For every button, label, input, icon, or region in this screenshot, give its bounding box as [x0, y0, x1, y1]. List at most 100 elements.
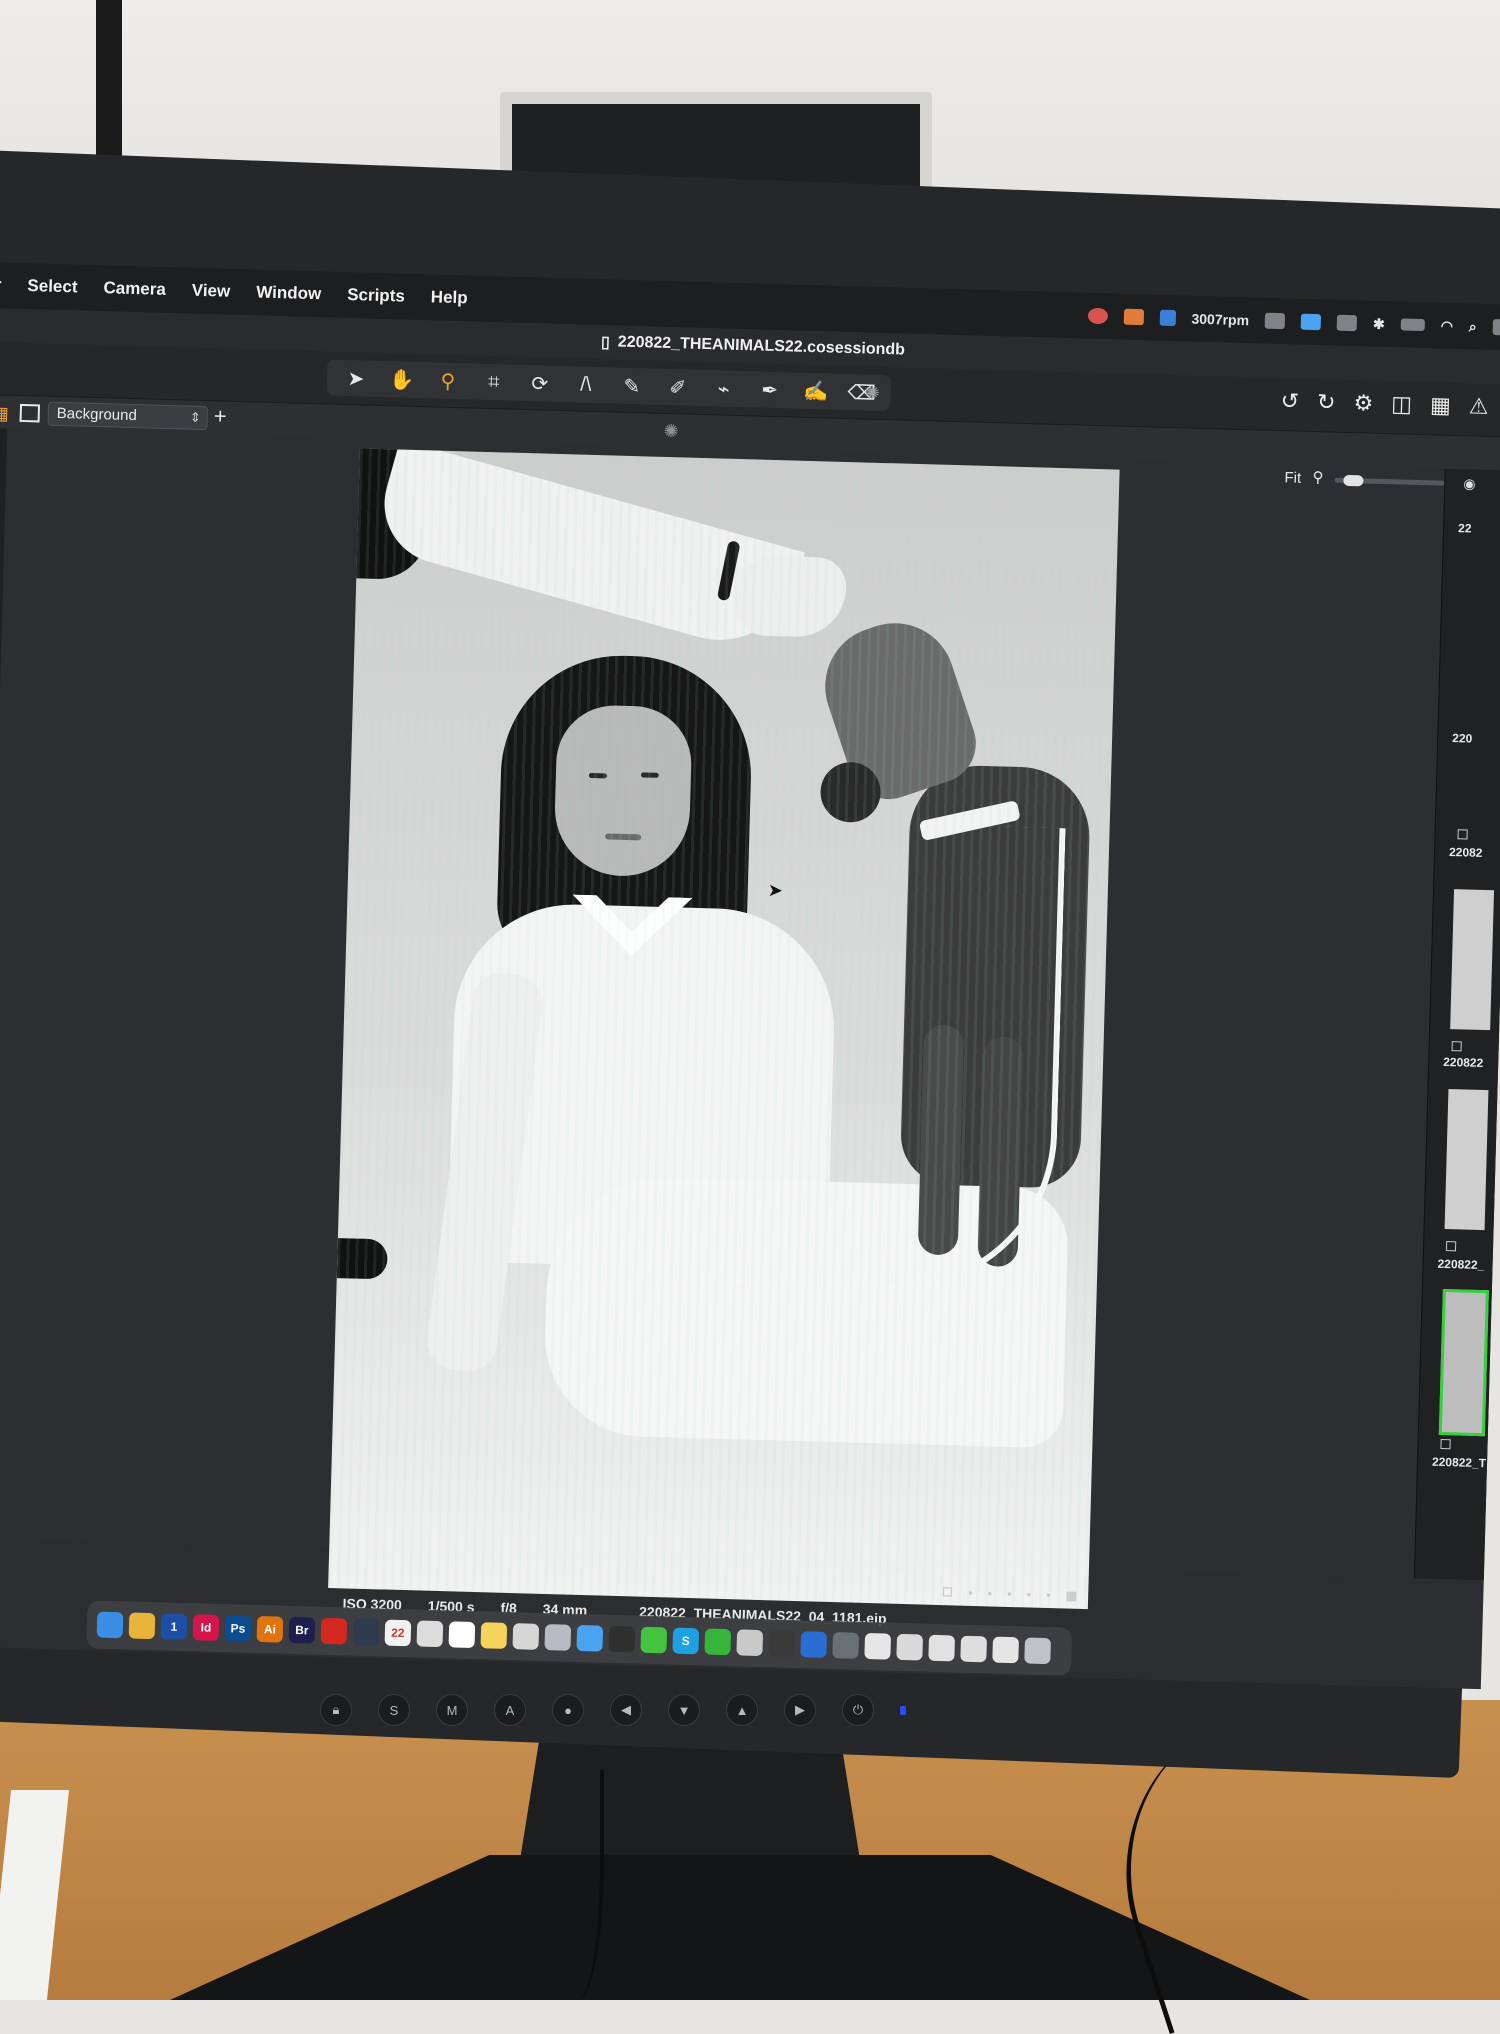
zoom-out-icon[interactable]: ⚲	[1312, 468, 1323, 486]
gradient-tool-icon[interactable]: ⌁	[706, 376, 741, 402]
dock-app-preview[interactable]	[512, 1623, 540, 1650]
film-thumbnail-selected[interactable]	[1438, 1288, 1489, 1437]
dock-app-doc-2[interactable]	[896, 1633, 924, 1661]
picker-tool-icon[interactable]: ✒	[752, 377, 787, 403]
dock-app-terminal-app[interactable]	[768, 1630, 796, 1658]
dock-app-capture-one[interactable]	[544, 1624, 572, 1651]
redo-icon[interactable]: ↻	[1317, 389, 1336, 416]
add-layer-icon[interactable]: +	[213, 403, 227, 429]
dock-app-trash[interactable]	[1024, 1637, 1051, 1665]
dock-app-skype[interactable]: S	[672, 1627, 700, 1655]
creative-cloud-icon[interactable]	[1087, 307, 1108, 325]
menu-item-view[interactable]: View	[192, 281, 231, 302]
dock-app-bridge[interactable]: Br	[288, 1616, 316, 1644]
dock-app-quicktime[interactable]	[800, 1631, 828, 1658]
zoom-slider-knob[interactable]	[1343, 474, 1364, 487]
rotate-tool-icon[interactable]: ⟳	[522, 370, 557, 396]
film-thumbnail[interactable]	[1444, 1089, 1489, 1231]
dock-app-davinci[interactable]	[352, 1618, 380, 1646]
right-button[interactable]: ▶	[784, 1694, 816, 1726]
loading-spinner-icon: ✺	[663, 420, 679, 442]
m-button[interactable]: M	[436, 1694, 468, 1726]
dock-app-notes[interactable]	[480, 1622, 508, 1649]
settings-icon[interactable]: ⚙	[1353, 390, 1373, 417]
film-checkbox[interactable]	[1445, 1241, 1457, 1252]
a-button[interactable]: A	[494, 1694, 526, 1726]
dock-app-calculator[interactable]	[608, 1625, 636, 1653]
butterfly-icon[interactable]	[1300, 313, 1322, 331]
film-label: 22082	[1448, 844, 1483, 860]
erase-tool-icon[interactable]: ✐	[660, 374, 695, 400]
dock-app-calendar[interactable]: 22	[384, 1619, 412, 1647]
menu-item-layer[interactable]: er	[0, 275, 2, 295]
fan-icon[interactable]	[1159, 309, 1176, 327]
annotate-tool-icon[interactable]: ✍	[798, 378, 833, 404]
undo-icon[interactable]: ↺	[1280, 388, 1299, 415]
layer-select[interactable]: Background ⇕	[47, 401, 209, 431]
search-icon[interactable]: ⌕	[1469, 318, 1477, 335]
menu-item-help[interactable]: Help	[431, 287, 468, 308]
main-photo[interactable]: ➤	[328, 448, 1120, 1610]
brush-tool-icon[interactable]: ✎	[614, 373, 649, 399]
dock-app-finder[interactable]	[96, 1611, 124, 1639]
browser-grid-icon[interactable]: ▦	[0, 403, 9, 424]
control-center-icon[interactable]	[1492, 318, 1500, 336]
dropbox-icon[interactable]	[1123, 308, 1144, 326]
crop-tool-icon[interactable]: ⌗	[477, 370, 512, 394]
dock-app-facetime[interactable]	[704, 1628, 732, 1656]
menu-item-scripts[interactable]: Scripts	[347, 285, 405, 307]
battery-icon[interactable]	[1400, 318, 1425, 332]
viewer-mode-icon[interactable]	[19, 403, 41, 423]
s-button[interactable]: S	[378, 1694, 410, 1726]
zoom-tool-icon[interactable]: ⚲	[431, 368, 466, 394]
dock-app-photoshop[interactable]: Ps	[224, 1615, 252, 1642]
photo-hand	[734, 554, 848, 639]
window-title: 220822_THEANIMALS22.cosessiondb	[617, 333, 906, 359]
menu-item-select[interactable]: Select	[27, 276, 78, 297]
film-checkbox[interactable]	[1457, 829, 1468, 840]
dock-app-settings-app[interactable]	[832, 1632, 860, 1659]
dock-app-doc-5[interactable]	[992, 1636, 1020, 1664]
dock-app-1password[interactable]: 1	[160, 1613, 188, 1641]
dock-app-indesign[interactable]: Id	[192, 1614, 220, 1641]
warning-icon[interactable]: ⚠	[1468, 393, 1488, 420]
film-checkbox[interactable]	[1451, 1041, 1462, 1052]
down-button[interactable]: ▼	[668, 1694, 700, 1726]
film-checkbox[interactable]	[1440, 1438, 1451, 1450]
fit-label[interactable]: Fit	[1284, 469, 1301, 486]
menu-item-window[interactable]: Window	[256, 282, 322, 304]
tool-group: ➤ ✋ ⚲ ⌗ ⟳ /\ ✎ ✐ ⌁ ✒ ✍ ⌫	[326, 359, 892, 412]
up-button[interactable]: ▲	[726, 1694, 758, 1726]
dock-app-doc-4[interactable]	[960, 1635, 988, 1663]
keystone-tool-icon[interactable]: /\	[568, 373, 603, 397]
chevron-up-down-icon: ⇕	[189, 409, 201, 425]
dock-app-doc-3[interactable]	[928, 1634, 956, 1662]
pan-tool-icon[interactable]: ✋	[385, 367, 420, 393]
dock-app-messages[interactable]	[640, 1626, 668, 1654]
pointer-tool-icon[interactable]: ➤	[339, 365, 374, 391]
compare-icon[interactable]: ◫	[1391, 391, 1412, 418]
film-thumbnail[interactable]	[1450, 889, 1495, 1031]
lock-button[interactable]: 🔒︎	[320, 1694, 352, 1726]
bluetooth-icon[interactable]: ✱	[1373, 315, 1385, 332]
dock-app-acrobat[interactable]	[320, 1617, 348, 1645]
message-icon[interactable]	[1336, 314, 1358, 332]
wifi-icon[interactable]: ◠	[1440, 317, 1454, 334]
left-button[interactable]: ◀	[610, 1694, 642, 1726]
eye-icon[interactable]: ◉	[1463, 475, 1476, 492]
dock-app-lock-app[interactable]	[416, 1620, 444, 1648]
menu-item-camera[interactable]: Camera	[103, 278, 166, 300]
dock-app-chrome[interactable]	[128, 1612, 156, 1640]
zoom-slider[interactable]	[1334, 474, 1445, 487]
dock-app-illustrator[interactable]: Ai	[256, 1615, 284, 1643]
input-button[interactable]: ●	[552, 1694, 584, 1726]
fan-speed[interactable]: 3007rpm	[1191, 311, 1249, 329]
film-label: 220822_	[1437, 1256, 1485, 1273]
dock-app-utility-app[interactable]	[736, 1629, 764, 1657]
dock-app-mail[interactable]	[576, 1624, 604, 1652]
grid-icon[interactable]: ▦	[1430, 392, 1451, 419]
power-button[interactable]: ⏻	[842, 1694, 874, 1726]
display-icon[interactable]	[1264, 312, 1286, 330]
dock-app-reminders[interactable]	[448, 1621, 476, 1649]
dock-app-doc-1[interactable]	[864, 1632, 892, 1660]
